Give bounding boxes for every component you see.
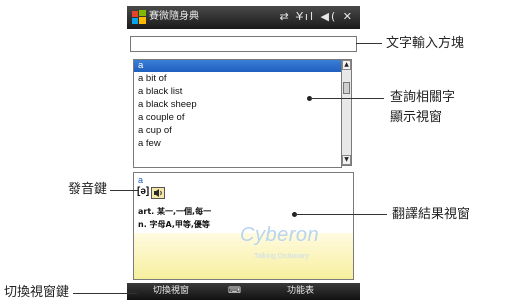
scroll-up-icon[interactable]: ▲ (342, 60, 351, 70)
switch-window-softkey[interactable]: 切換視窗 (153, 285, 189, 298)
list-item[interactable]: a bit of (134, 73, 341, 85)
menu-softkey[interactable]: 功能表 (287, 285, 314, 298)
callout-line (310, 98, 384, 99)
callout-pronounce: 發音鍵 (68, 182, 108, 197)
callout-line (73, 293, 137, 294)
translation-result-pane: a [ə] art. 某一,一個,每一 n. 字母A,甲等,優等 Cyberon… (133, 172, 354, 280)
app-title: 賽微隨身典 (149, 11, 199, 22)
callout-line (110, 190, 138, 191)
list-scrollbar[interactable]: ▲ ▼ (341, 59, 352, 166)
scroll-thumb[interactable] (343, 82, 350, 94)
windows-start-icon[interactable] (131, 9, 147, 25)
bottom-menu-bar: 切換視窗 ⌨ 功能表 (127, 283, 360, 300)
scroll-down-icon[interactable]: ▼ (342, 155, 351, 165)
definition-line: n. 字母A,甲等,優等 (138, 220, 210, 229)
title-bar: 賽微隨身典 ⇄ Y̶ıl ◀( ✕ (127, 6, 360, 29)
callout-translation: 翻譯結果視窗 (392, 207, 471, 222)
speaker-icon (154, 189, 162, 197)
text-input-box[interactable] (130, 36, 357, 52)
list-item[interactable]: a few (134, 138, 341, 150)
callout-line (295, 214, 387, 215)
list-item[interactable]: a couple of (134, 112, 341, 124)
phonetic-text: [ə] (137, 186, 150, 197)
list-item[interactable]: a (134, 60, 341, 72)
result-word: a (138, 175, 144, 185)
callout-related-words-line2: 顯示視窗 (390, 110, 443, 125)
callout-related-words-line1: 查詢相關字 (390, 90, 456, 105)
callout-text-input: 文字輸入方塊 (386, 36, 465, 51)
callout-line (356, 43, 382, 44)
pronounce-button[interactable] (151, 187, 165, 199)
list-item[interactable]: a cup of (134, 125, 341, 137)
keyboard-icon[interactable]: ⌨ (228, 285, 244, 297)
cyberon-watermark: Cyberon (240, 224, 320, 246)
related-words-list[interactable]: a a bit of a black list a black sheep a … (133, 59, 342, 168)
watermark-subtitle: Talking Dictionary (254, 253, 309, 260)
definition-line: art. 某一,一個,每一 (138, 207, 212, 216)
status-icons[interactable]: ⇄ Y̶ıl ◀( ✕ (279, 9, 354, 25)
callout-switch-window: 切換視窗鍵 (4, 285, 70, 300)
